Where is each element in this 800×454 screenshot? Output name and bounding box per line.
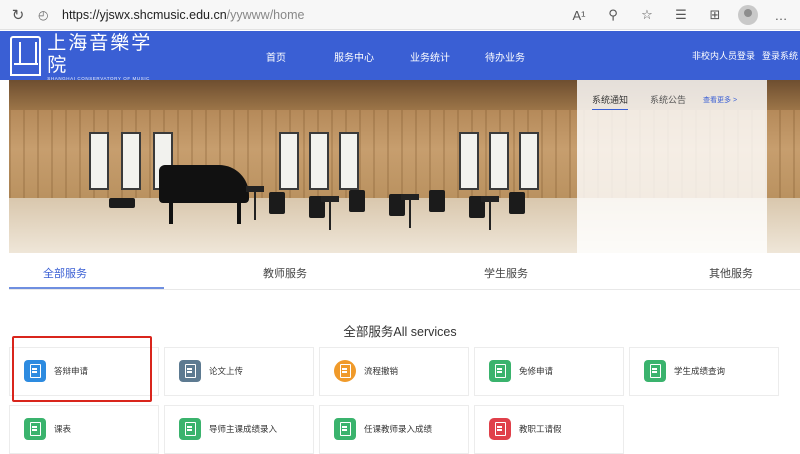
service-tabs: 全部服务 教师服务 学生服务 其他服务 [9, 256, 800, 290]
service-card-exemption-application[interactable]: 免修申请 [474, 347, 624, 396]
service-card-label: 论文上传 [209, 366, 244, 376]
service-card-teacher-grade-entry[interactable]: 任课教师录入成绩 [319, 405, 469, 454]
active-tab-indicator [9, 287, 164, 289]
address-bar[interactable]: ◴ https://yjswx.shcmusic.edu.cn/yywww/ho… [38, 4, 488, 26]
service-card-label: 免修申请 [519, 366, 554, 376]
logo[interactable]: 上海音樂学院 SHANGHAI CONSERVATORY OF MUSIC [10, 31, 170, 81]
logo-emblem-icon [10, 36, 42, 76]
service-card-label: 课表 [54, 424, 72, 434]
form-icon [489, 360, 511, 382]
highlight-box [12, 336, 152, 402]
read-aloud-icon[interactable]: A¹ [568, 3, 590, 27]
tab-system-notice[interactable]: 系统通知 [592, 93, 629, 110]
profile-icon[interactable] [738, 5, 758, 25]
collections-icon[interactable]: ⊞ [704, 3, 726, 27]
reload-icon[interactable]: ↻ [6, 3, 30, 27]
url-host: https://yjswx.shcmusic.edu.cn [62, 8, 227, 22]
service-card-label: 学生成绩查询 [674, 366, 726, 376]
favorites-list-icon[interactable]: ☰ [670, 3, 692, 27]
tab-system-announcement[interactable]: 系统公告 [650, 93, 686, 110]
form-icon [644, 360, 666, 382]
service-card-supervisor-grade-entry[interactable]: 导师主课成绩录入 [164, 405, 314, 454]
system-login-link[interactable]: 登录系统 [762, 49, 798, 62]
people-icon [489, 418, 511, 440]
service-card-label: 任课教师录入成绩 [364, 424, 433, 434]
zoom-icon[interactable]: ⚲ [602, 3, 624, 27]
browser-toolbar: ↻ ◴ https://yjswx.shcmusic.edu.cn/yywww/… [0, 0, 800, 30]
form-icon [24, 418, 46, 440]
lock-icon[interactable]: ◴ [38, 8, 54, 22]
revoke-icon [334, 360, 356, 382]
tab-other-services[interactable]: 其他服务 [709, 265, 753, 281]
cloud-upload-icon [179, 360, 201, 382]
tab-student-services[interactable]: 学生服务 [484, 265, 528, 281]
nav-home[interactable]: 首页 [266, 49, 286, 64]
service-card-label: 流程撤销 [364, 366, 399, 376]
service-card-process-revoke[interactable]: 流程撤销 [319, 347, 469, 396]
service-card-timetable[interactable]: 课表 [9, 405, 159, 454]
service-card-thesis-upload[interactable]: 论文上传 [164, 347, 314, 396]
favorite-icon[interactable]: ☆ [636, 3, 658, 27]
logo-title: 上海音樂学院 [47, 31, 153, 76]
form-icon [334, 418, 356, 440]
service-card-grade-query[interactable]: 学生成绩查询 [629, 347, 779, 396]
url-path: /yywww/home [226, 8, 305, 22]
nav-service-center[interactable]: 服务中心 [334, 49, 374, 64]
service-card-label: 导师主课成绩录入 [209, 424, 278, 434]
tab-teacher-services[interactable]: 教师服务 [263, 265, 307, 281]
external-login-link[interactable]: 非校内人员登录 [692, 49, 755, 62]
form-icon [179, 418, 201, 440]
view-more-link[interactable]: 查看更多 > [703, 95, 737, 105]
more-icon[interactable]: … [770, 3, 792, 27]
site-header: 上海音樂学院 SHANGHAI CONSERVATORY OF MUSIC 首页… [0, 31, 800, 81]
nav-statistics[interactable]: 业务统计 [410, 49, 450, 64]
service-card-staff-leave[interactable]: 教职工请假 [474, 405, 624, 454]
tab-all-services[interactable]: 全部服务 [43, 265, 87, 281]
service-card-label: 教职工请假 [519, 424, 562, 434]
nav-todo[interactable]: 待办业务 [485, 49, 525, 64]
